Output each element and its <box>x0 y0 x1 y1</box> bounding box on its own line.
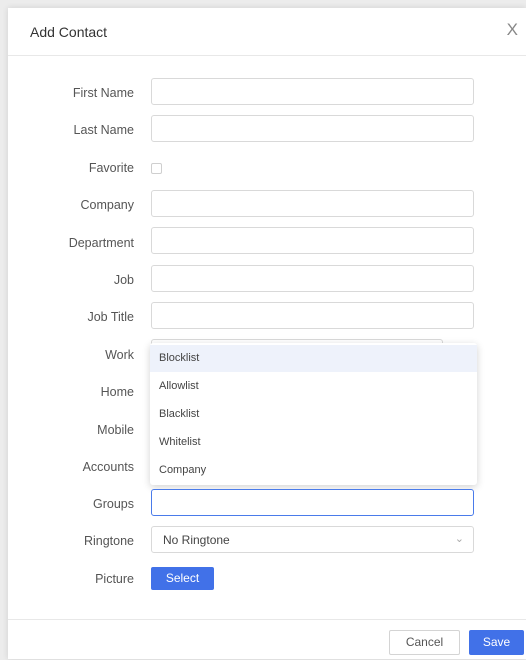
home-label: Home <box>100 385 134 399</box>
ringtone-select[interactable]: No Ringtone ⌄ <box>151 526 474 553</box>
dropdown-option-whitelist[interactable]: Whitelist <box>150 429 477 456</box>
job-input[interactable] <box>151 265 474 292</box>
dropdown-option-blacklist[interactable]: Blacklist <box>150 401 477 428</box>
favorite-checkbox[interactable] <box>151 163 162 174</box>
add-contact-dialog: Add Contact X First Name Last Name Favor… <box>8 8 526 659</box>
company-label: Company <box>80 198 135 212</box>
last-name-input[interactable] <box>151 115 474 142</box>
department-label: Department <box>68 236 134 250</box>
picture-label: Picture <box>95 572 134 586</box>
favorite-label: Favorite <box>88 161 134 175</box>
dialog-header: Add Contact X <box>8 8 526 56</box>
dropdown-option-allowlist[interactable]: Allowlist <box>150 373 477 400</box>
select-picture-button[interactable]: Select <box>151 567 214 590</box>
dialog-footer: Cancel Save <box>8 619 526 660</box>
groups-input[interactable] <box>151 489 474 516</box>
dropdown-option-blocklist[interactable]: Blocklist <box>150 345 477 372</box>
close-icon[interactable]: X <box>507 21 518 39</box>
chevron-down-icon: ⌄ <box>454 533 464 545</box>
dialog-title: Add Contact <box>30 24 108 40</box>
first-name-input[interactable] <box>151 78 474 105</box>
job-title-input[interactable] <box>151 302 474 329</box>
work-label: Work <box>105 348 134 362</box>
department-input[interactable] <box>151 227 474 254</box>
accounts-label: Accounts <box>82 460 134 474</box>
first-name-label: First Name <box>72 86 134 100</box>
mobile-label: Mobile <box>97 423 134 437</box>
job-label: Job <box>113 273 134 287</box>
cancel-button[interactable]: Cancel <box>389 630 460 655</box>
ringtone-label: Ringtone <box>83 534 134 548</box>
company-input[interactable] <box>151 190 474 217</box>
job-title-label: Job Title <box>87 310 134 324</box>
dropdown-option-company[interactable]: Company <box>150 457 477 484</box>
save-button[interactable]: Save <box>469 630 524 655</box>
groups-dropdown: Blocklist Allowlist Blacklist Whitelist … <box>150 343 477 485</box>
last-name-label: Last Name <box>73 123 134 137</box>
ringtone-value: No Ringtone <box>163 533 230 547</box>
groups-label: Groups <box>93 497 134 511</box>
